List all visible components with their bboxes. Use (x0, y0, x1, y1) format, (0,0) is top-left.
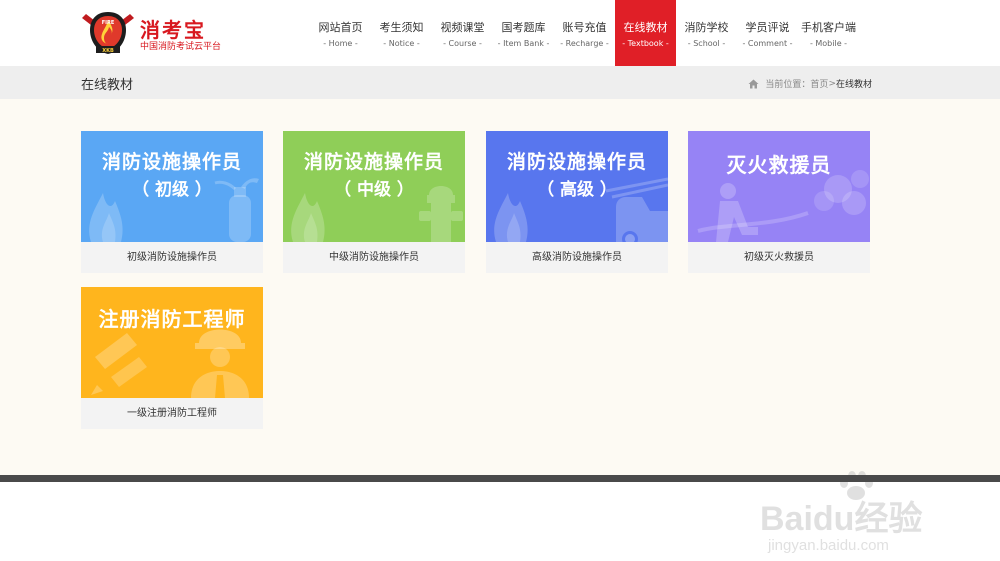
nav-item-course[interactable]: 视频课堂 - Course - (432, 0, 493, 66)
card-subtitle: （ 初级 ） (132, 180, 212, 200)
card-banner: 灭火救援员 (688, 131, 870, 242)
card-banner: 注册消防工程师 (81, 287, 263, 398)
page-title-bar: 在线教材 当前位置： 首页 > 在线教材 (0, 66, 1000, 99)
breadcrumb-prefix: 当前位置： (765, 80, 811, 90)
nav-item-school[interactable]: 消防学校 - School - (676, 0, 737, 66)
nav-label: 网站首页 (318, 21, 363, 34)
card-subtitle: （ 中级 ） (334, 180, 414, 200)
watermark-url: jingyan.baidu.com (768, 537, 889, 554)
footer-bar (0, 475, 1000, 482)
nav-label: 账号充值 (562, 21, 607, 34)
card-caption: 一级注册消防工程师 (81, 398, 263, 429)
nav-item-mobile[interactable]: 手机客户端 - Mobile - (798, 0, 859, 66)
nav-item-item-bank[interactable]: 国考题库 - Item Bank - (493, 0, 554, 66)
nav-sublabel: - School - (687, 39, 726, 48)
nav-sublabel: - Mobile - (809, 39, 848, 48)
textbook-card-basic-operator[interactable]: 消防设施操作员 （ 初级 ） 初级消防设施操作员 (81, 131, 263, 273)
nav-sublabel: - Comment - (742, 39, 793, 48)
card-subtitle: （ 高级 ） (537, 180, 617, 200)
baidu-watermark: Baidu经验 jingyan.baidu.com (760, 471, 960, 561)
card-caption: 初级灭火救援员 (688, 242, 870, 273)
textbook-grid: 消防设施操作员 （ 初级 ） 初级消防设施操作员 消防设施操作员 （ 中级 ） … (0, 99, 1000, 554)
nav-sublabel: - Notice - (383, 39, 420, 48)
card-title: 灭火救援员 (726, 153, 832, 177)
nav-item-recharge[interactable]: 账号充值 - Recharge - (554, 0, 615, 66)
nav-label: 视频课堂 (440, 21, 485, 34)
card-caption: 高级消防设施操作员 (486, 242, 668, 273)
textbook-card-fire-engineer[interactable]: 注册消防工程师 一级注册消防工程师 (81, 287, 263, 429)
nav-label: 国考题库 (501, 21, 546, 34)
home-icon (748, 79, 759, 88)
card-title: 消防设施操作员 (303, 151, 444, 173)
textbook-card-intermediate-operator[interactable]: 消防设施操作员 （ 中级 ） 中级消防设施操作员 (283, 131, 465, 273)
nav-sublabel: - Course - (443, 39, 482, 48)
card-caption: 初级消防设施操作员 (81, 242, 263, 273)
card-title: 消防设施操作员 (506, 151, 647, 173)
brand-subtitle: 中国消防考试云平台 (140, 42, 222, 52)
card-banner: 消防设施操作员 （ 高级 ） (486, 131, 668, 242)
nav-sublabel: - Home - (323, 39, 358, 48)
watermark-brand: Baidu经验 (760, 500, 923, 538)
card-banner: 消防设施操作员 （ 初级 ） (81, 131, 263, 242)
nav-label: 学员评说 (745, 21, 790, 34)
nav-sublabel: - Item Bank - (497, 39, 550, 48)
card-banner: 消防设施操作员 （ 中级 ） (283, 131, 465, 242)
nav-sublabel: - Textbook - (622, 39, 669, 48)
main-nav: 网站首页 - Home - 考生须知 - Notice - 视频课堂 - Course… (310, 0, 859, 66)
card-title: 注册消防工程师 (98, 307, 246, 331)
textbook-card-advanced-operator[interactable]: 消防设施操作员 （ 高级 ） 高级消防设施操作员 (486, 131, 668, 273)
breadcrumb-separator: > (828, 78, 836, 89)
nav-label: 手机客户端 (801, 21, 856, 34)
site-header: FIRE XKB 消考宝 中国消防考试云平台 网站首页 - Home - 考生须知… (0, 0, 1000, 66)
card-caption: 中级消防设施操作员 (283, 242, 465, 273)
nav-label: 消防学校 (684, 21, 729, 34)
textbook-card-rescuer[interactable]: 灭火救援员 初级灭火救援员 (688, 131, 870, 273)
breadcrumb-home-link[interactable]: 首页 (810, 77, 828, 90)
breadcrumb: 当前位置： 首页 > 在线教材 (748, 77, 872, 90)
nav-item-textbook[interactable]: 在线教材 - Textbook - (615, 0, 676, 66)
svg-text:FIRE: FIRE (102, 20, 115, 26)
nav-item-home[interactable]: 网站首页 - Home - (310, 0, 371, 66)
card-title: 消防设施操作员 (101, 151, 242, 173)
fire-logo-icon[interactable]: FIRE XKB (82, 8, 134, 56)
nav-label: 考生须知 (379, 21, 424, 34)
firefighter-hose-icon (697, 170, 869, 242)
nav-item-notice[interactable]: 考生须知 - Notice - (371, 0, 432, 66)
nav-label: 在线教材 (623, 21, 668, 34)
breadcrumb-current: 在线教材 (835, 80, 872, 90)
page-title: 在线教材 (81, 78, 134, 93)
nav-item-comment[interactable]: 学员评说 - Comment - (737, 0, 798, 66)
svg-text:XKB: XKB (102, 48, 114, 54)
nav-sublabel: - Recharge - (560, 39, 609, 48)
